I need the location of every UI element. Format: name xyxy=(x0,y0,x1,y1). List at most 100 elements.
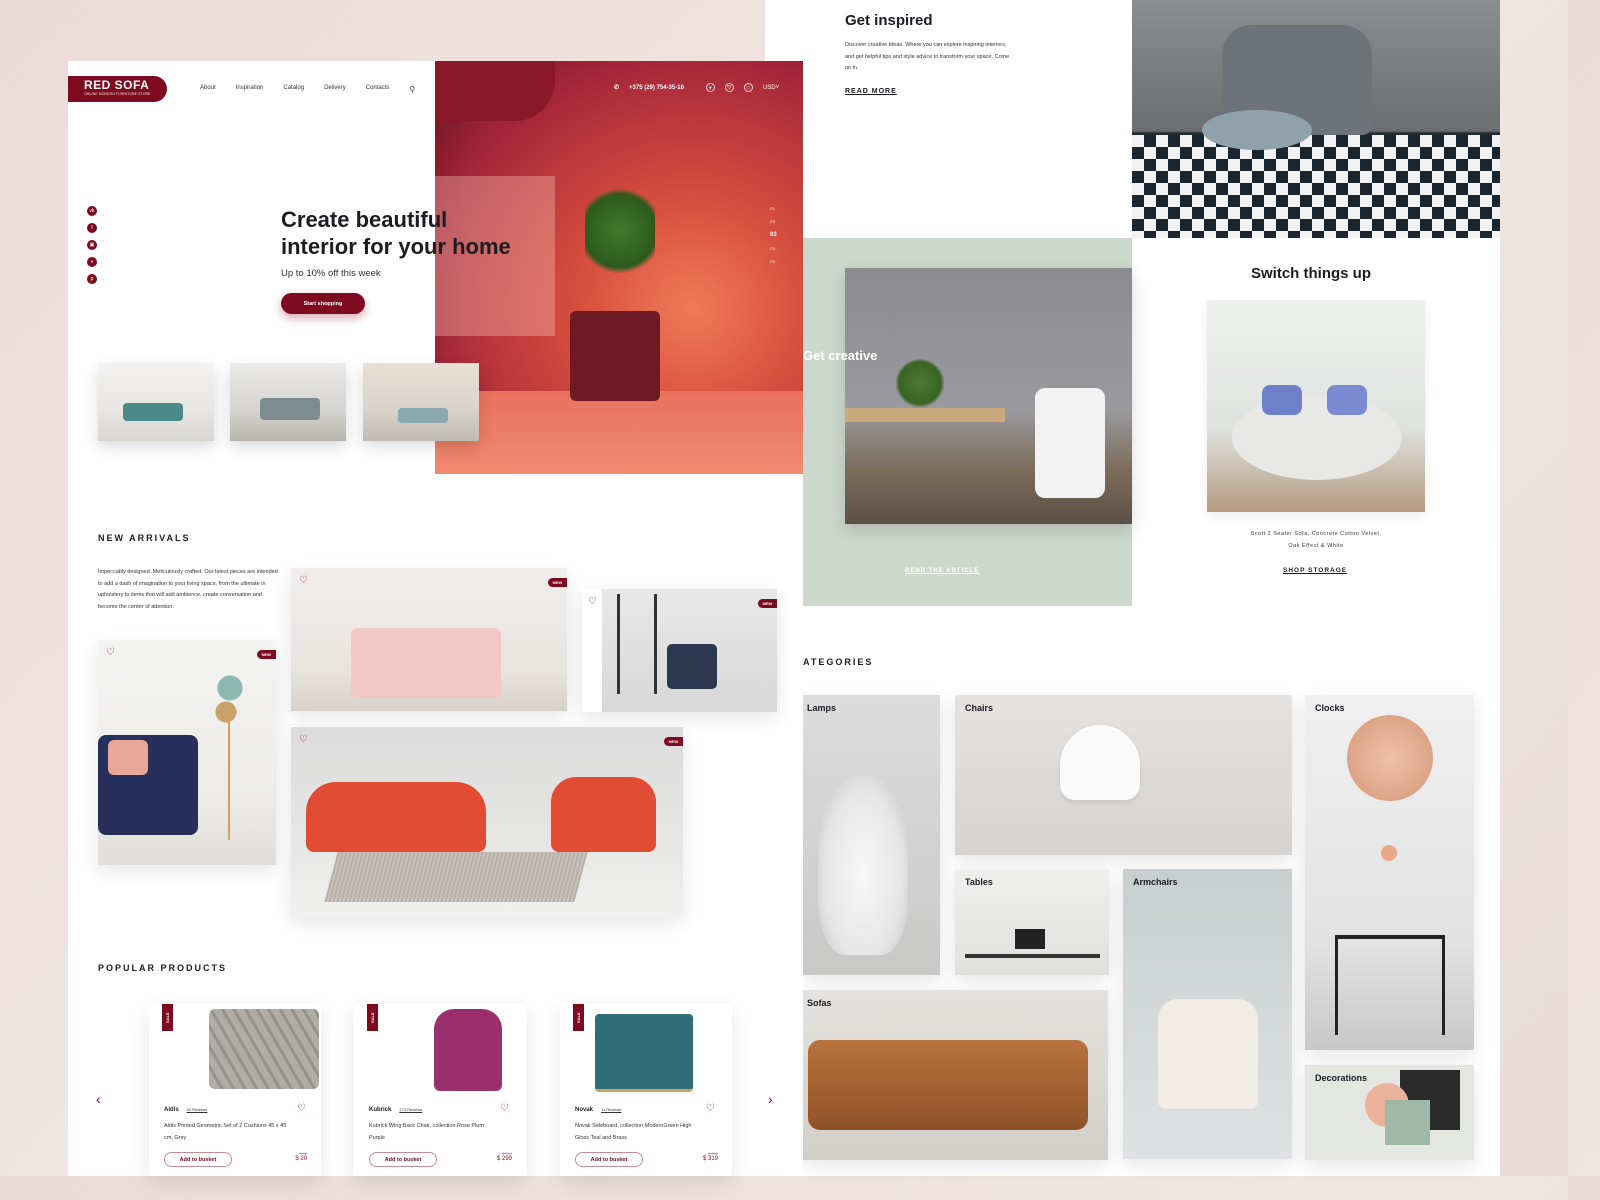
prev-arrow-icon[interactable]: ‹ xyxy=(96,1091,101,1107)
shop-storage-link[interactable]: SHOP STORAGE xyxy=(1283,567,1347,574)
vine-icon[interactable]: v xyxy=(87,257,97,267)
product-name: Novak Sideboard, collection ModernGreen … xyxy=(575,1123,692,1141)
user-icon[interactable]: ● xyxy=(705,83,715,92)
category-label: Clocks xyxy=(1315,703,1345,713)
brand-tagline: ONLINE MODERN FURNITURE STORE xyxy=(84,92,151,96)
category-sofas[interactable]: Sofas xyxy=(803,990,1108,1160)
pink-pillow xyxy=(108,740,148,775)
slide-3-active[interactable]: 03 xyxy=(770,232,777,238)
product-card[interactable]: SALE Kubrick 273 Reviews ♡ Kubrick Wing … xyxy=(354,1004,526,1176)
product-bed[interactable]: ♡ NEW xyxy=(291,568,567,711)
slide-4[interactable]: 04 xyxy=(770,246,777,251)
inspired-text: Discover creative Ideas. Where you can e… xyxy=(845,42,1010,71)
clock-face xyxy=(1347,715,1433,801)
read-article-link[interactable]: READ THE ARTICLE xyxy=(905,568,979,574)
slide-1[interactable]: 01 xyxy=(770,206,777,211)
categories-title: ATEGORIES xyxy=(803,657,874,667)
white-chair xyxy=(1035,388,1105,498)
nav-delivery[interactable]: Delivery xyxy=(324,85,346,94)
category-clocks[interactable]: Clocks xyxy=(1305,695,1474,1050)
wing-chair-image xyxy=(434,1009,502,1091)
monitor xyxy=(1015,929,1045,949)
favorite-icon[interactable]: ♡ xyxy=(588,597,597,607)
product-reviews[interactable]: 11 Reviews xyxy=(601,1107,621,1112)
round-sofa-image xyxy=(1207,300,1425,512)
next-arrow-icon[interactable]: › xyxy=(768,1091,773,1107)
favorite-icon[interactable]: ♡ xyxy=(500,1104,509,1114)
instagram-icon[interactable]: ▣ xyxy=(87,240,97,250)
add-to-basket-button[interactable]: Add to busket xyxy=(575,1152,643,1167)
product-price: $ 389 $ 319 xyxy=(703,1151,718,1162)
product-sofabed[interactable]: ♡ NEW xyxy=(582,589,777,712)
product-header: Aldis 52 Reviews xyxy=(164,1107,207,1113)
round-sofa xyxy=(1232,395,1402,480)
table-top xyxy=(845,408,1005,422)
facebook-icon[interactable]: f xyxy=(87,223,97,233)
category-chairs[interactable]: Chairs xyxy=(955,695,1292,855)
social-links: vk f ▣ v p xyxy=(87,206,97,284)
new-arrivals-title: NEW ARRIVALS xyxy=(98,533,191,543)
product-card[interactable]: SALE Aldis 52 Reviews ♡ Aldis Printed Ge… xyxy=(149,1004,321,1176)
pink-bed xyxy=(351,628,501,698)
favorite-icon[interactable]: ♡ xyxy=(299,735,308,745)
slide-2[interactable]: 02 xyxy=(770,219,777,224)
pinterest-icon[interactable]: p xyxy=(87,274,97,284)
hero-image xyxy=(435,61,803,474)
red-armchair xyxy=(570,311,660,401)
product-header: Kubrick 273 Reviews xyxy=(369,1107,422,1113)
red-armchair xyxy=(551,777,656,852)
phone-number[interactable]: +375 (29) 754-35-16 xyxy=(629,85,684,91)
favorite-icon[interactable]: ♡ xyxy=(299,576,308,586)
brand-logo[interactable]: RED SOFA ONLINE MODERN FURNITURE STORE xyxy=(68,76,167,102)
floor xyxy=(435,391,803,474)
sale-badge: SALE xyxy=(573,1004,584,1031)
product-price: $ 35 $ 20 xyxy=(295,1151,307,1162)
sale-badge: SALE xyxy=(367,1004,378,1031)
add-to-basket-button[interactable]: Add to busket xyxy=(369,1152,437,1167)
category-tables[interactable]: Tables xyxy=(955,869,1109,975)
nav-catalog[interactable]: Catalog xyxy=(283,85,304,94)
coffee-table xyxy=(1202,110,1312,150)
currency-select[interactable]: USD˅ xyxy=(763,85,779,91)
category-decorations[interactable]: Decorations xyxy=(1305,1065,1474,1160)
favorite-icon[interactable]: ♡ xyxy=(106,648,115,658)
add-to-basket-button[interactable]: Add to busket xyxy=(164,1152,232,1167)
product-reviews[interactable]: 273 Reviews xyxy=(399,1107,422,1112)
thumb-chair xyxy=(398,408,448,423)
slide-5[interactable]: 05 xyxy=(770,259,777,264)
plant xyxy=(585,181,655,281)
vk-icon[interactable]: vk xyxy=(87,206,97,216)
pattern-rug xyxy=(1132,135,1500,238)
nav-about[interactable]: About xyxy=(200,85,216,94)
favorite-icon[interactable]: ♡ xyxy=(706,1104,715,1114)
currency-value: USD xyxy=(762,84,776,91)
category-lamps[interactable]: Lamps xyxy=(803,695,940,975)
category-armchairs[interactable]: Armchairs xyxy=(1123,869,1292,1159)
caption-line: Scott 2 Seater Sofa, Concrete Cotton Vel… xyxy=(1250,531,1382,537)
navy-chair xyxy=(667,644,717,689)
product-card[interactable]: SALE Novak 11 Reviews ♡ Novak Sideboard,… xyxy=(560,1004,732,1176)
room-thumbnail[interactable] xyxy=(98,363,214,441)
favorite-icon[interactable]: ♡ xyxy=(297,1104,306,1114)
thumb-chairs xyxy=(123,403,183,421)
favorites-icon[interactable]: ♡ xyxy=(724,83,734,92)
clock-pendulum xyxy=(1381,845,1397,861)
main-nav: About Inspiration Catalog Delivery Conta… xyxy=(200,85,435,94)
search-icon[interactable]: ⚲ xyxy=(409,85,415,94)
basket-icon[interactable]: □ xyxy=(743,83,753,92)
product-floor-lamp[interactable]: ♡ NEW xyxy=(98,640,276,865)
start-shopping-button[interactable]: Start shopping xyxy=(281,293,365,314)
room-thumbnail[interactable] xyxy=(230,363,346,441)
nav-contacts[interactable]: Contacts xyxy=(366,85,390,94)
new-arrivals-description: Impeccably designed. Meticulously crafte… xyxy=(98,569,278,610)
hero-title-line: Create beautiful xyxy=(281,207,448,232)
room-thumbnail[interactable] xyxy=(363,363,479,441)
new-badge: NEW xyxy=(547,578,567,587)
product-red-sofa[interactable]: ♡ NEW xyxy=(291,727,683,917)
category-label: Sofas xyxy=(807,998,832,1008)
tufted-armchair xyxy=(1158,999,1258,1109)
product-reviews[interactable]: 52 Reviews xyxy=(187,1107,208,1112)
read-more-link[interactable]: READ MORE xyxy=(845,88,897,95)
nav-inspiration[interactable]: Inspiration xyxy=(236,85,264,94)
desk xyxy=(965,954,1100,958)
